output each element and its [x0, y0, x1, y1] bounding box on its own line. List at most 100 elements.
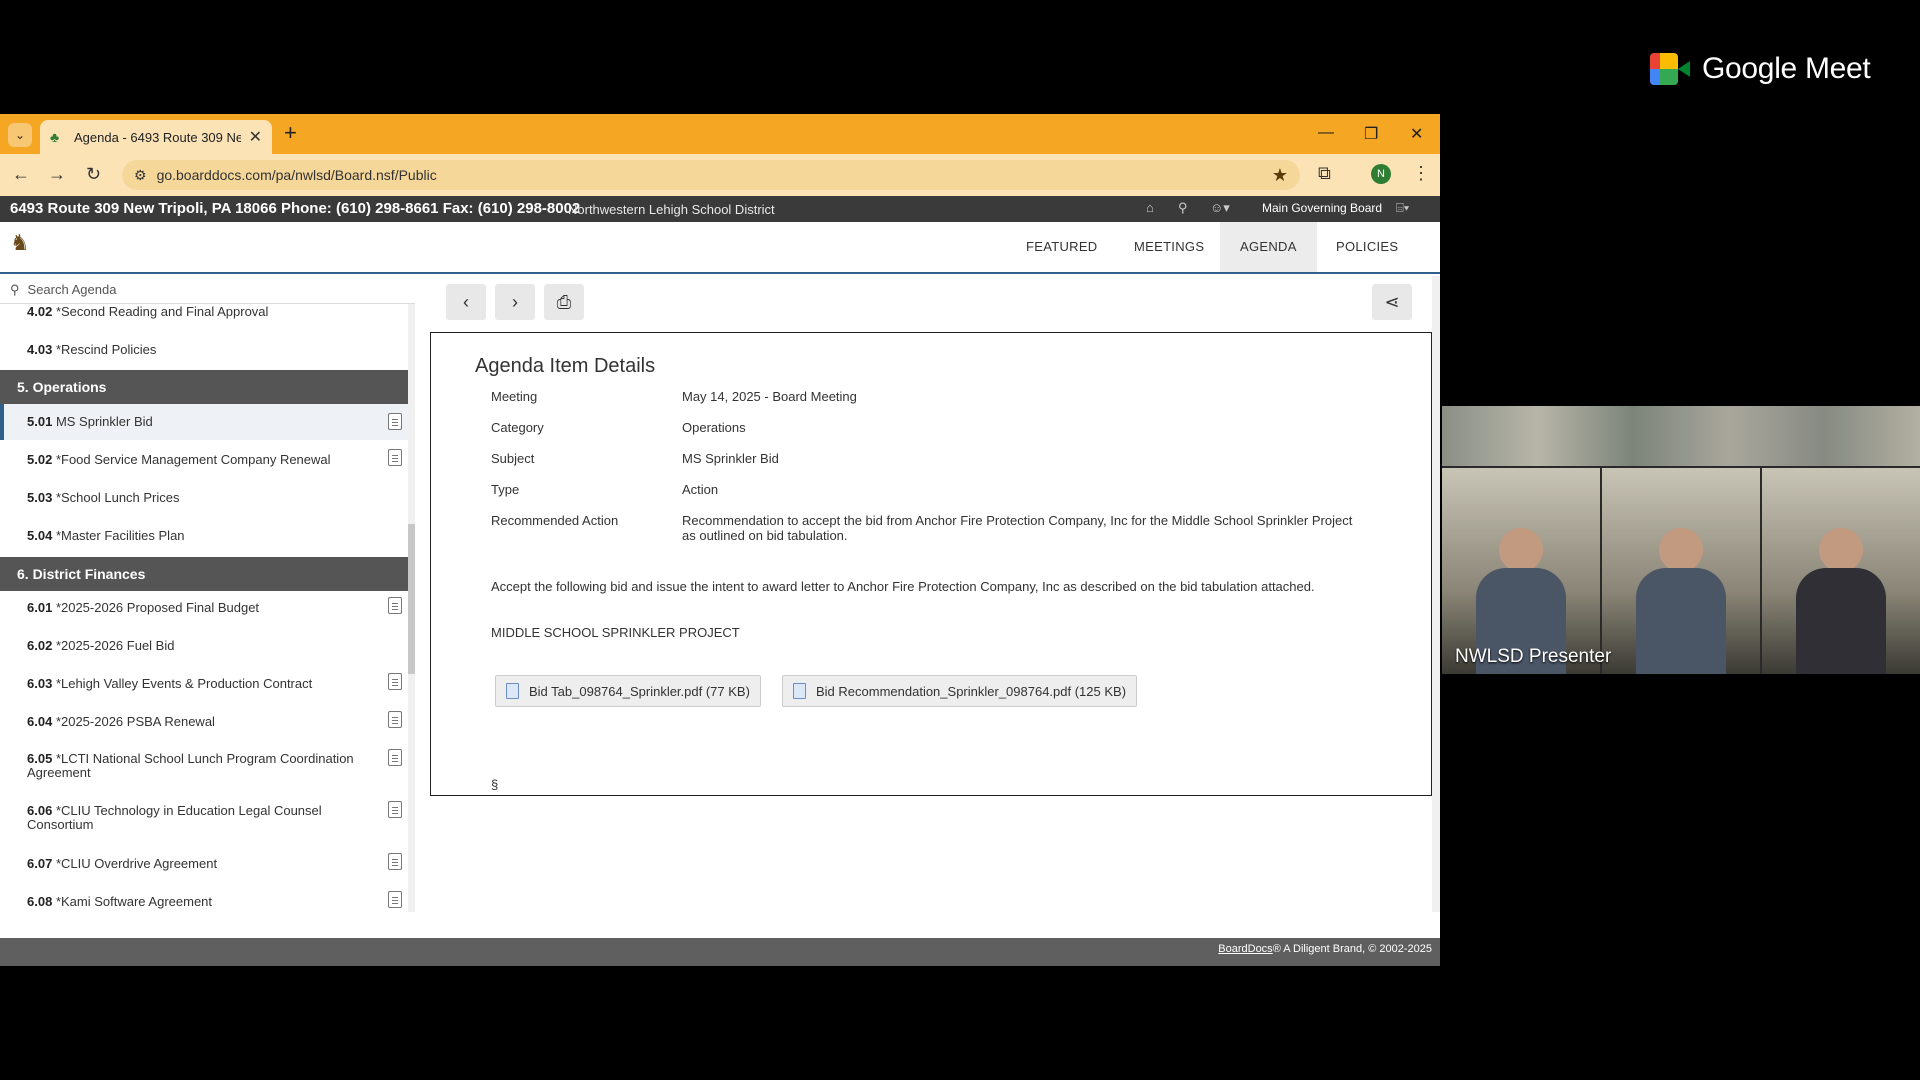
sidebar-item[interactable]: 6.04 *2025-2026 PSBA Renewal — [0, 711, 408, 729]
attachment-bid-tab[interactable]: Bid Tab_098764_Sprinkler.pdf (77 KB) — [495, 675, 761, 707]
browser-tab[interactable]: ♣ Agenda - 6493 Route 309 New ✕ — [40, 120, 272, 154]
type-value: Action — [682, 482, 719, 497]
subject-value: MS Sprinkler Bid — [682, 451, 779, 466]
sidebar-scroll-thumb[interactable] — [408, 524, 415, 674]
share-icon: ⋖ — [1384, 291, 1400, 312]
agenda-item-details-panel: Agenda Item Details Meeting May 14, 2025… — [430, 332, 1432, 796]
search-agenda-icon: ⚲ — [10, 281, 20, 297]
presenter-label: NWLSD Presenter — [1455, 646, 1612, 667]
document-icon[interactable] — [388, 853, 402, 870]
google-meet-title: Google Meet — [1702, 52, 1871, 85]
extensions-puzzle-icon[interactable]: ⧉ — [1318, 163, 1331, 184]
browser-menu-icon[interactable]: ⋮ — [1412, 163, 1430, 184]
tab-search-chevron-icon[interactable]: ⌄ — [8, 123, 32, 147]
sidebar-scrollbar[interactable] — [408, 304, 415, 912]
document-icon[interactable] — [388, 891, 402, 908]
user-icon[interactable]: ☺▾ — [1210, 200, 1230, 216]
minimize-icon[interactable]: — — [1318, 124, 1334, 142]
url-text: go.boarddocs.com/pa/nwlsd/Board.nsf/Publ… — [156, 167, 437, 183]
search-agenda-placeholder: Search Agenda — [27, 282, 117, 297]
main-nav: ♞ FEATURED MEETINGS AGENDA POLICIES — [0, 222, 1440, 274]
sidebar-item[interactable]: 4.02 *Second Reading and Final Approval — [0, 304, 408, 326]
board-selector[interactable]: Main Governing Board — [1262, 201, 1382, 215]
document-icon[interactable] — [388, 597, 402, 614]
nav-featured[interactable]: FEATURED — [1006, 222, 1118, 272]
bookmark-star-icon[interactable]: ★ — [1272, 165, 1288, 186]
district-name: Northwestern Lehigh School District — [568, 202, 775, 217]
document-icon[interactable] — [388, 749, 402, 766]
sidebar-item[interactable]: 6.08 *Kami Software Agreement — [0, 891, 408, 909]
next-item-button[interactable]: › — [495, 284, 535, 320]
building-icon[interactable]: ⌸▾ — [1396, 200, 1409, 216]
site-settings-icon[interactable]: ⚙ — [134, 167, 147, 184]
details-title: Agenda Item Details — [475, 355, 656, 377]
meeting-value: May 14, 2025 - Board Meeting — [682, 389, 857, 404]
google-meet-logo-icon — [1650, 53, 1690, 85]
project-heading: MIDDLE SCHOOL SPRINKLER PROJECT — [491, 625, 740, 640]
forward-arrow-icon[interactable]: → — [48, 164, 66, 185]
printer-icon: ⎙ — [556, 291, 572, 312]
document-icon[interactable] — [388, 449, 402, 466]
type-label: Type — [491, 482, 520, 497]
profile-avatar[interactable]: N — [1371, 164, 1391, 184]
video-view-center — [1602, 468, 1760, 674]
district-address: 6493 Route 309 New Tripoli, PA 18066 Pho… — [10, 200, 581, 217]
main-scrollbar[interactable] — [1432, 276, 1440, 912]
tab-close-icon[interactable]: ✕ — [249, 127, 262, 147]
sidebar-item[interactable]: 6.02 *2025-2026 Fuel Bid — [0, 638, 408, 653]
browser-toolbar: ← → ↻ ⚙ go.boarddocs.com/pa/nwlsd/Board.… — [0, 154, 1440, 196]
browser-window: ⌄ ♣ Agenda - 6493 Route 309 New ✕ + — ❐ … — [0, 114, 1440, 966]
subject-label: Subject — [491, 451, 535, 466]
file-icon — [793, 683, 806, 699]
home-icon[interactable]: ⌂ — [1146, 200, 1154, 215]
sidebar-section-finances[interactable]: 6. District Finances — [0, 557, 408, 591]
sidebar-item[interactable]: 5.03 *School Lunch Prices — [0, 490, 408, 505]
category-value: Operations — [682, 420, 746, 435]
recommended-action-label: Recommended Action — [491, 513, 619, 528]
sidebar-item[interactable]: 6.07 *CLIU Overdrive Agreement — [0, 853, 408, 871]
document-icon[interactable] — [388, 673, 402, 690]
tab-bar: ⌄ ♣ Agenda - 6493 Route 309 New ✕ + — ❐ … — [0, 114, 1440, 154]
nav-policies[interactable]: POLICIES — [1316, 222, 1418, 272]
google-meet-brand: Google Meet — [1650, 52, 1871, 86]
window-close-icon[interactable]: ✕ — [1410, 124, 1423, 144]
back-arrow-icon[interactable]: ← — [12, 164, 30, 185]
address-bar[interactable]: ⚙ go.boarddocs.com/pa/nwlsd/Board.nsf/Pu… — [122, 160, 1300, 190]
room-panorama-strip — [1442, 406, 1920, 466]
video-view-right — [1762, 468, 1920, 674]
body-text: Accept the following bid and issue the i… — [491, 579, 1315, 594]
sidebar-section-operations[interactable]: 5. Operations — [0, 370, 408, 404]
chevron-right-icon: › — [512, 291, 518, 312]
previous-item-button[interactable]: ‹ — [446, 284, 486, 320]
document-icon[interactable] — [388, 711, 402, 728]
sidebar-item[interactable]: 6.01 *2025-2026 Proposed Final Budget — [0, 597, 408, 615]
video-view-left — [1442, 468, 1600, 674]
recommended-action-value: Recommendation to accept the bid from An… — [682, 513, 1353, 543]
document-icon[interactable] — [388, 801, 402, 818]
reload-icon[interactable]: ↻ — [86, 164, 101, 185]
sidebar-item[interactable]: 4.03 *Rescind Policies — [0, 342, 408, 357]
print-button[interactable]: ⎙ — [544, 284, 584, 320]
sidebar-item[interactable]: 6.06 *CLIU Technology in Education Legal… — [0, 801, 408, 832]
search-icon[interactable]: ⚲ — [1178, 200, 1188, 216]
sidebar-item[interactable]: 6.05 *LCTI National School Lunch Program… — [0, 749, 408, 780]
district-logo-icon[interactable]: ♞ — [10, 230, 40, 258]
footer: BoardDocs® A Diligent Brand, © 2002-2025 — [0, 938, 1440, 966]
meet-video-tile[interactable]: NWLSD Presenter — [1442, 406, 1920, 674]
attachment-bid-recommendation[interactable]: Bid Recommendation_Sprinkler_098764.pdf … — [782, 675, 1138, 707]
sidebar-item[interactable]: 5.02 *Food Service Management Company Re… — [0, 449, 408, 467]
search-agenda[interactable]: ⚲ Search Agenda — [0, 276, 415, 304]
chevron-left-icon: ‹ — [463, 291, 469, 312]
share-button[interactable]: ⋖ — [1372, 284, 1412, 320]
sidebar-item[interactable]: 6.03 *Lehigh Valley Events & Production … — [0, 673, 408, 691]
restore-icon[interactable]: ❐ — [1364, 124, 1378, 144]
document-icon[interactable] — [388, 413, 402, 430]
footer-copyright: ® A Diligent Brand, © 2002-2025 — [1272, 943, 1432, 955]
category-label: Category — [491, 420, 544, 435]
nav-agenda[interactable]: AGENDA — [1220, 222, 1317, 272]
sidebar-item[interactable]: 5.04 *Master Facilities Plan — [0, 528, 408, 543]
sidebar-item-selected[interactable]: 5.01 MS Sprinkler Bid — [0, 404, 408, 440]
new-tab-plus-icon[interactable]: + — [284, 120, 297, 146]
boarddocs-link[interactable]: BoardDocs — [1218, 943, 1272, 955]
nav-meetings[interactable]: MEETINGS — [1114, 222, 1224, 272]
